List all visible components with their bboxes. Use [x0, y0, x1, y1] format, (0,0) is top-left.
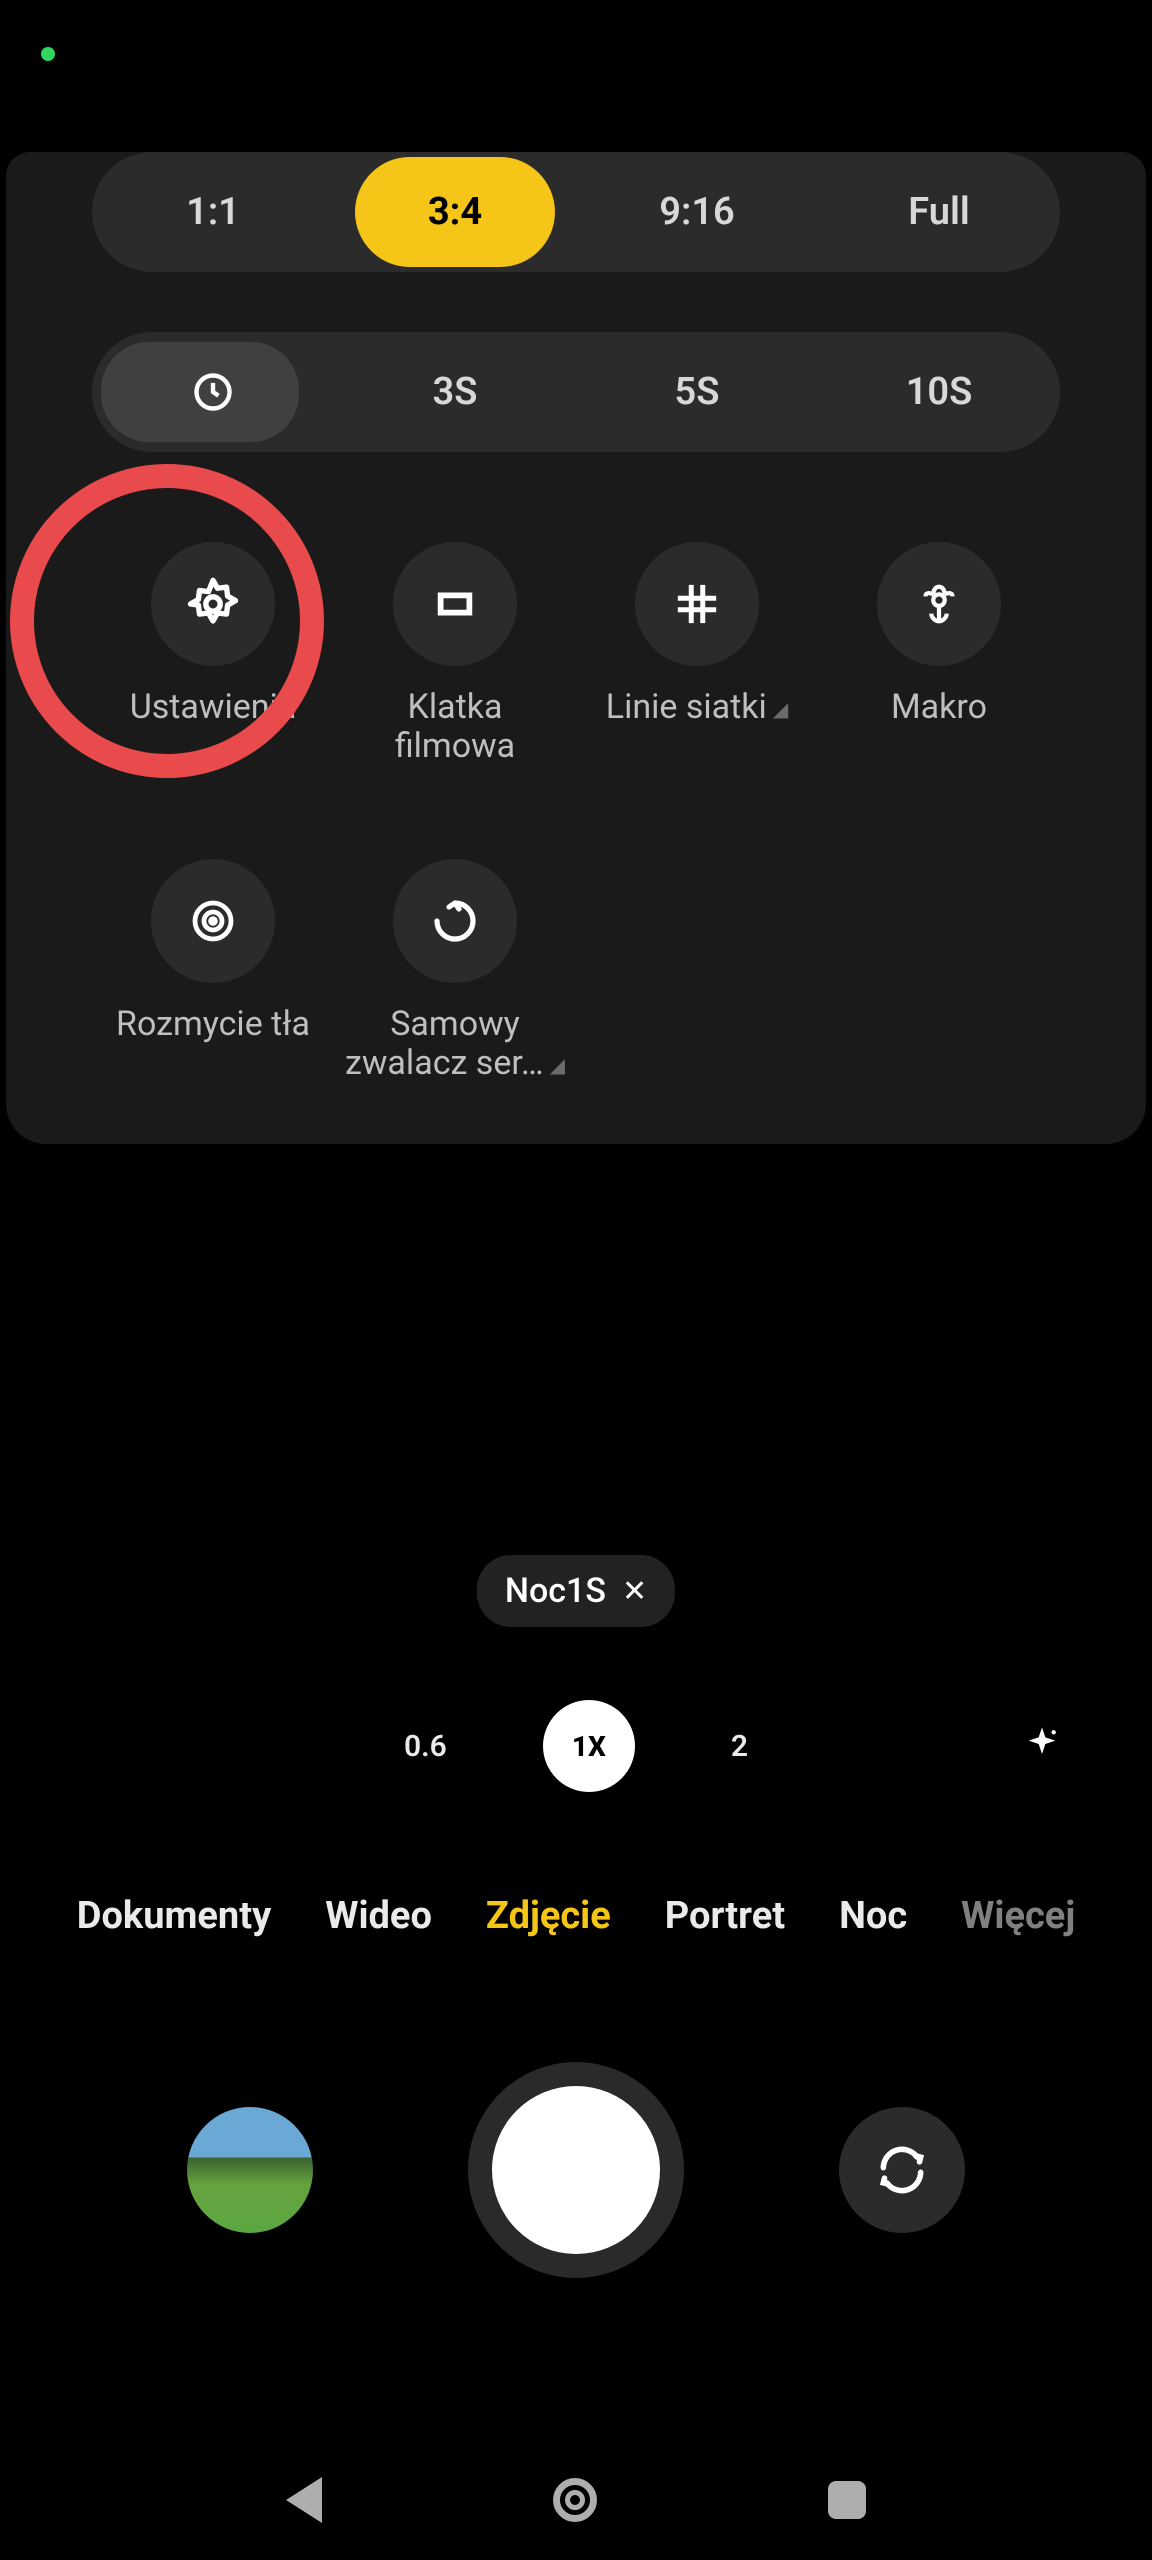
- active-filter-chip[interactable]: Noc1S ✕: [477, 1555, 675, 1627]
- background-blur-button[interactable]: Rozmycie tła: [92, 859, 334, 1084]
- zoom-controls: 0.6 1X 2: [0, 1700, 1152, 1792]
- mode-documents[interactable]: Dokumenty: [77, 1894, 271, 1938]
- filter-chip-label: Noc1S: [505, 1571, 606, 1611]
- timer-selector: 3S 5S 10S: [92, 332, 1060, 452]
- ratio-9-16[interactable]: 9:16: [576, 152, 818, 272]
- timer-off[interactable]: [92, 332, 334, 452]
- close-icon: ✕: [622, 1574, 647, 1609]
- shutter-inner-icon: [492, 2086, 660, 2254]
- macro-button[interactable]: Makro: [818, 542, 1060, 767]
- capture-controls: [0, 2060, 1152, 2280]
- auto-timer-label: Samowy zwalacz ser…◢: [345, 1005, 565, 1084]
- aspect-ratio-selector: 1:1 3:4 9:16 Full: [92, 152, 1060, 272]
- film-frame-label: Klatka filmowa: [345, 688, 565, 767]
- background-blur-label: Rozmycie tła: [116, 1005, 310, 1044]
- film-frame-icon: [432, 581, 478, 627]
- gallery-thumbnail[interactable]: [187, 2107, 313, 2233]
- zoom-0-6[interactable]: 0.6: [404, 1729, 447, 1764]
- sparkle-icon: [1022, 1724, 1062, 1764]
- ratio-1-1[interactable]: 1:1: [92, 152, 334, 272]
- effects-button[interactable]: [1022, 1724, 1062, 1768]
- macro-label: Makro: [891, 688, 987, 727]
- blur-icon: [189, 897, 237, 945]
- nav-recent-button[interactable]: [828, 2481, 866, 2519]
- auto-timer-button[interactable]: Samowy zwalacz ser…◢: [334, 859, 576, 1084]
- settings-label: Ustawienia: [130, 688, 297, 727]
- zoom-2[interactable]: 2: [731, 1729, 748, 1764]
- mode-photo[interactable]: Zdjęcie: [486, 1894, 611, 1938]
- zoom-1x[interactable]: 1X: [543, 1700, 635, 1792]
- timer-3s[interactable]: 3S: [334, 332, 576, 452]
- switch-camera-icon: [874, 2142, 930, 2198]
- ratio-3-4[interactable]: 3:4: [334, 152, 576, 272]
- switch-camera-button[interactable]: [839, 2107, 965, 2233]
- grid-lines-label: Linie siatki◢: [606, 688, 788, 727]
- grid-lines-button[interactable]: Linie siatki◢: [576, 542, 818, 767]
- shutter-button[interactable]: [468, 2062, 684, 2278]
- timer-off-icon: [191, 370, 235, 414]
- settings-button[interactable]: Ustawienia: [92, 542, 334, 767]
- android-nav-bar: [0, 2468, 1152, 2532]
- capture-modes: Dokumenty Wideo Zdjęcie Portret Noc Więc…: [0, 1894, 1152, 1938]
- camera-settings-panel: 1:1 3:4 9:16 Full 3S 5S 10S Ustawienia: [6, 152, 1146, 1144]
- timer-10s[interactable]: 10S: [818, 332, 1060, 452]
- mode-video[interactable]: Wideo: [325, 1894, 432, 1938]
- nav-home-button[interactable]: [553, 2478, 597, 2522]
- timer-5s[interactable]: 5S: [576, 332, 818, 452]
- mode-night[interactable]: Noc: [839, 1894, 907, 1938]
- mode-portrait[interactable]: Portret: [665, 1894, 785, 1938]
- options-grid: Ustawienia Klatka filmowa Linie siatki◢: [92, 542, 1060, 1084]
- flower-icon: [916, 581, 962, 627]
- grid-icon: [674, 581, 720, 627]
- mode-more[interactable]: Więcej: [961, 1894, 1075, 1938]
- film-frame-button[interactable]: Klatka filmowa: [334, 542, 576, 767]
- gear-icon: [186, 577, 240, 631]
- auto-timer-icon: [431, 897, 479, 945]
- ratio-full[interactable]: Full: [818, 152, 1060, 272]
- nav-back-button[interactable]: [286, 2477, 322, 2523]
- camera-active-indicator: [41, 47, 55, 61]
